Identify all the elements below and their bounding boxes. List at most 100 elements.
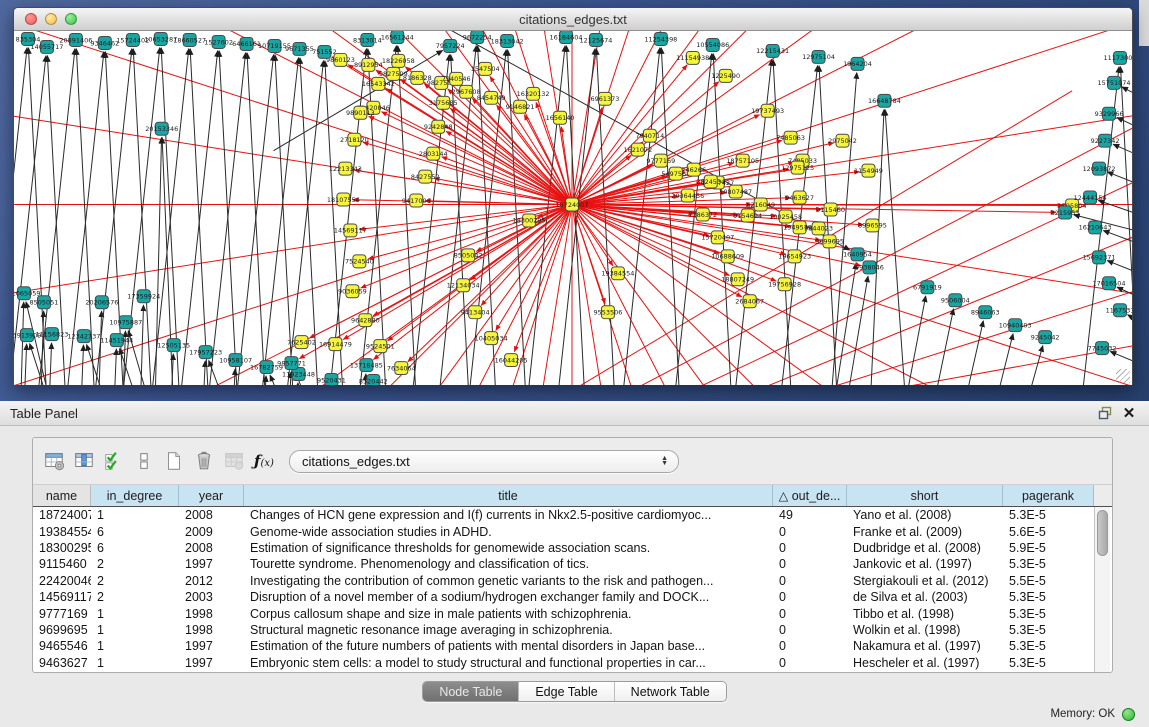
network-window[interactable]: citations_edges.txt 18724007986012389129… [13,7,1133,385]
scrollbar-thumb[interactable] [1097,510,1108,556]
close-icon[interactable]: ✕ [1117,403,1141,423]
table-cell: 6 [91,540,179,556]
graph-node-label: 9524501 [366,342,395,350]
table-cell: 5.3E-5 [1003,638,1094,654]
graph-node-label: 9036059 [338,288,367,296]
table-row[interactable]: 2242004622012Investigating the contribut… [33,573,1094,589]
graph-node-label: 16044205 [495,356,528,364]
window-resize-grip[interactable] [1116,369,1130,383]
graph-node-label: 3175685 [429,99,458,107]
column-header-pagerank[interactable]: pagerank [1003,485,1094,506]
select-checks-icon[interactable] [101,447,127,475]
table-cell: Estimation of significance thresholds fo… [244,540,773,556]
graph-node-label: 18757105 [726,157,759,165]
row-selector-icon[interactable] [131,447,157,475]
table-row[interactable]: 1456911722003Disruption of a novel membe… [33,589,1094,605]
graph-node-label: 8912954 [354,61,383,69]
graph-node-label: 18660527 [173,36,206,44]
graph-node-label: 12125674 [579,36,612,44]
graph-node-label: 10025458 [769,213,802,221]
graph-node-label: 6216049 [746,201,775,209]
table-cell: Franke et al. (2009) [847,523,1003,539]
graph-node-label: 16210643 [1079,224,1112,232]
graph-node-label: 10958107 [219,356,252,364]
column-header-title[interactable]: title [244,485,773,506]
table-cell: Investigating the contribution of common… [244,573,773,589]
graph-node-label: 1656140 [546,114,575,122]
table-source-dropdown[interactable]: citations_edges.txt ▲▼ [289,450,679,473]
table-cell: 18300295 [33,540,91,556]
table-row[interactable]: 946554611997Estimation of the future num… [33,638,1094,654]
graph-node-label: 11154938 [676,54,709,62]
table-cell: 49 [773,507,847,523]
table-cell: 1 [91,605,179,621]
graph-node-label: 7957224 [436,42,465,50]
table-row[interactable]: 1938455462009Genome-wide association stu… [33,523,1094,539]
graph-node-label: 12215431 [756,47,789,55]
vertical-scrollbar[interactable] [1094,507,1110,673]
graph-node-label: 10554086 [696,41,729,49]
table-cell: 5.3E-5 [1003,655,1094,671]
memory-ok-indicator-icon[interactable] [1122,708,1135,721]
graph-node-label: 12134034 [447,282,480,290]
new-table-icon[interactable] [161,447,187,475]
graph-node-label: 6961373 [591,95,620,103]
graph-node-label: 7634064 [387,364,416,372]
table-row[interactable]: 911546021997Tourette syndrome. Phenomeno… [33,556,1094,572]
column-header-year[interactable]: year [179,485,244,506]
tab-node-table[interactable]: Node Table [423,682,519,701]
table-cell: 0 [773,655,847,671]
network-window-titlebar[interactable]: citations_edges.txt [14,8,1132,31]
table-row[interactable]: 977716911998Corpus callosum shape and si… [33,605,1094,621]
table-cell: 5.3E-5 [1003,622,1094,638]
table-cell: 2008 [179,540,244,556]
show-column-icon[interactable] [71,447,97,475]
graph-node-label: 13718485 [350,361,383,369]
delete-table-trash-icon[interactable] [191,447,217,475]
column-header-name[interactable]: name [33,485,91,506]
graph-node-label: 18807249 [721,276,754,284]
graph-node-label: 18226058 [382,57,415,65]
table-toolbar: ƒ(x) citations_edges.txt ▲▼ [33,438,1112,485]
table-cell: 1997 [179,556,244,572]
table-cell: 22420046 [33,573,91,589]
table-cell: Corpus callosum shape and size in male p… [244,605,773,621]
float-window-icon[interactable] [1093,403,1117,423]
graph-node-label: 12093872 [1083,165,1116,173]
tab-edge-table[interactable]: Edge Table [519,682,614,701]
graph-node-label: 9242848 [424,123,453,131]
status-bar: Memory: OK [1050,701,1149,727]
graph-node-label: 9115460 [816,206,845,214]
table-row[interactable]: 1872400712008Changes of HCN gene express… [33,507,1094,523]
network-view-canvas[interactable]: 1872400798601238912954182260589827509165… [14,31,1132,385]
graph-node-label: 14055717 [30,43,63,51]
import-table-disabled-icon [221,447,247,475]
table-settings-icon[interactable] [41,447,67,475]
graph-node-label: 7625402 [287,338,316,346]
graph-node-label: 16320132 [517,90,550,98]
graph-node-label: 11173004 [1104,54,1132,62]
table-cell: 2008 [179,507,244,523]
column-header-in_degree[interactable]: in_degree [91,485,179,506]
graph-node-label: 9890113 [346,109,375,117]
table-cell: 2012 [179,573,244,589]
table-panel-body: ƒ(x) citations_edges.txt ▲▼ namein_degre… [32,437,1113,673]
column-header-out_de[interactable]: △ out_de... [773,485,847,506]
column-header-short[interactable]: short [847,485,1003,506]
graph-node-label: 16648784 [868,97,901,105]
table-cell: Wolkin et al. (1998) [847,622,1003,638]
graph-node-label: 12342737 [67,332,100,340]
table-row[interactable]: 1830029562008Estimation of significance … [33,540,1094,556]
tab-network-table[interactable]: Network Table [615,682,726,701]
table-row[interactable]: 946362711997Embryonic stem cells: a mode… [33,655,1094,671]
table-cell: 6 [91,523,179,539]
graph-node-label: 9154694 [733,212,762,220]
table-row[interactable]: 969969511998Structural magnetic resonanc… [33,622,1094,638]
table-cell: Jankovic et al. (1997) [847,556,1003,572]
graph-node-label: 9146821 [506,103,535,111]
graph-node-label: 10688609 [711,253,744,261]
function-builder-icon[interactable]: ƒ(x) [251,447,277,475]
graph-node-label: 19384554 [601,270,634,278]
table-cell: 1 [91,622,179,638]
table-cell: 2 [91,589,179,605]
